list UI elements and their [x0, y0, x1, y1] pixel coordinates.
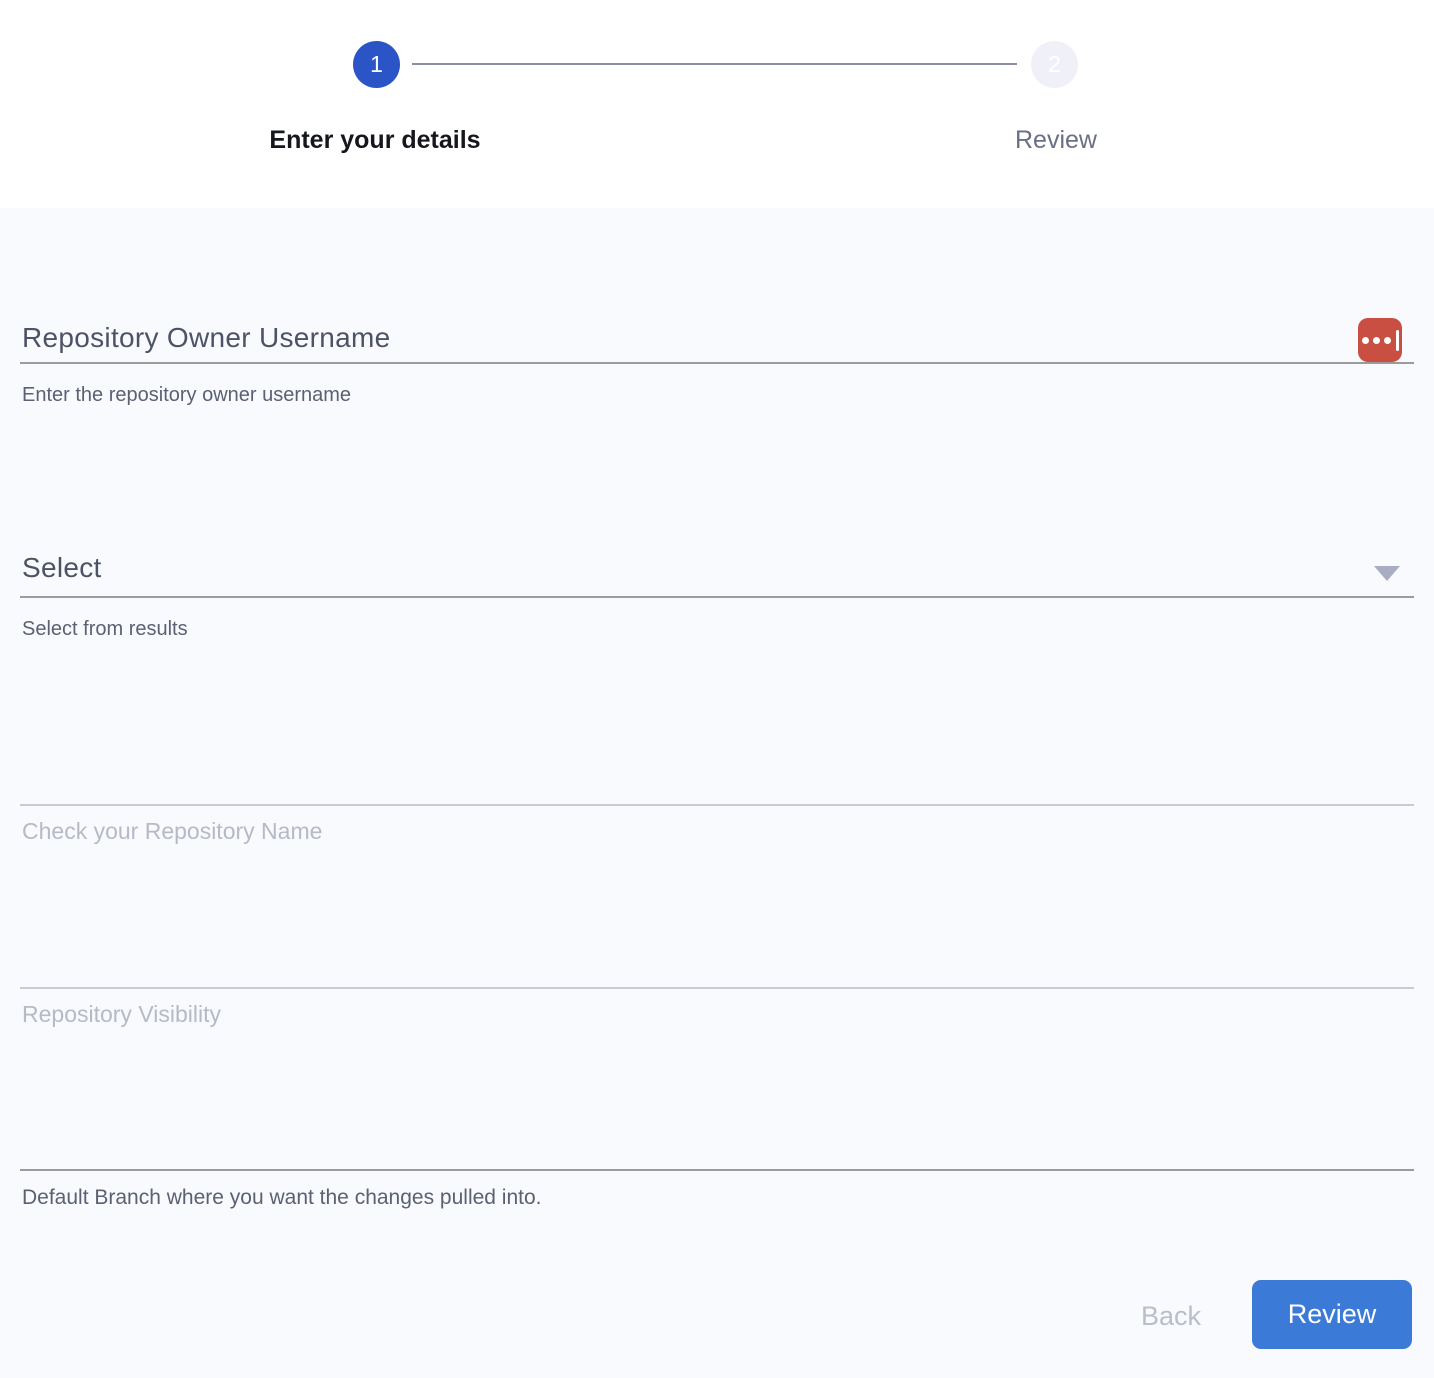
lastpass-dot [1384, 337, 1391, 344]
results-select[interactable]: Select [22, 552, 1362, 596]
step-2-indicator: 2 [1031, 41, 1078, 88]
lastpass-bar [1396, 330, 1399, 351]
stepper-connector-line [412, 63, 1017, 65]
lastpass-dot [1373, 337, 1380, 344]
repository-name-underline [20, 804, 1414, 806]
review-button[interactable]: Review [1252, 1280, 1412, 1349]
results-select-underline [20, 596, 1414, 598]
repository-visibility-helper-text: Repository Visibility [22, 1001, 221, 1028]
back-button[interactable]: Back [1110, 1294, 1232, 1338]
owner-input-underline [20, 362, 1414, 364]
default-branch-helper-text: Default Branch where you want the change… [22, 1186, 542, 1210]
repository-owner-username-input[interactable] [22, 316, 1342, 360]
step-1-number: 1 [370, 51, 383, 78]
repository-visibility-underline [20, 987, 1414, 989]
repository-name-helper-text: Check your Repository Name [22, 818, 322, 845]
default-branch-underline [20, 1169, 1414, 1171]
lastpass-dot [1362, 337, 1369, 344]
step-2-label: Review [856, 126, 1256, 155]
owner-helper-text: Enter the repository owner username [22, 384, 351, 407]
step-1-indicator: 1 [353, 41, 400, 88]
results-select-helper-text: Select from results [22, 618, 188, 641]
lastpass-autofill-icon[interactable] [1358, 318, 1402, 362]
wizard-page: 1 2 Enter your details Review Enter the … [0, 0, 1434, 1378]
step-2-number: 2 [1048, 51, 1061, 78]
step-1-label: Enter your details [175, 126, 575, 155]
chevron-down-icon [1374, 566, 1400, 581]
